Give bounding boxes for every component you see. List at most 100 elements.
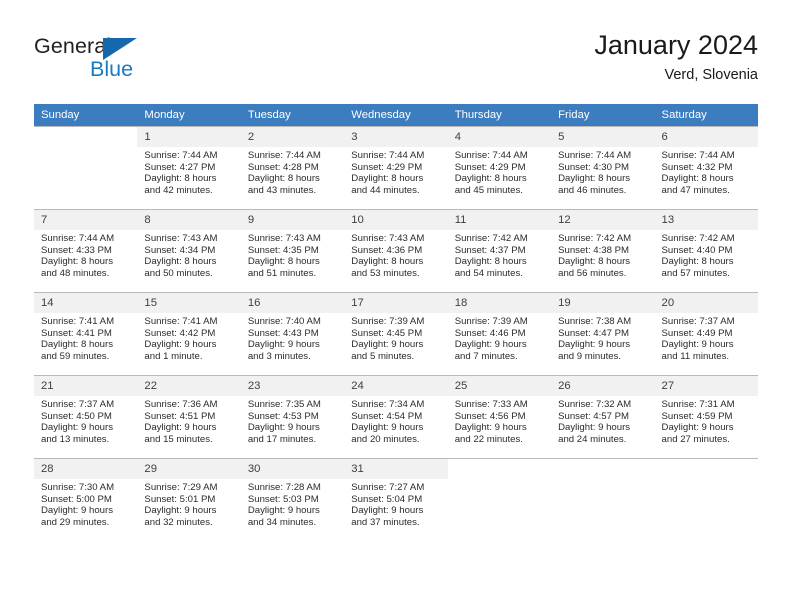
calendar-day-cell[interactable]: 22 Sunrise: 7:36 AM Sunset: 4:51 PM Dayligh… xyxy=(137,375,241,454)
title-block: January 2024 Verd, Slovenia xyxy=(594,28,758,86)
sunrise-text: Sunrise: 7:42 AM xyxy=(454,233,528,244)
day-number: 13 xyxy=(654,210,758,230)
sunrise-text: Sunrise: 7:44 AM xyxy=(661,150,735,161)
day-details: Sunrise: 7:30 AM Sunset: 5:00 PM Daylight:… xyxy=(34,479,137,528)
day-cell-inner: 9 Sunrise: 7:43 AM Sunset: 4:35 PM Daylight… xyxy=(240,210,345,288)
calendar-day-cell[interactable]: 21 Sunrise: 7:37 AM Sunset: 4:50 PM Dayligh… xyxy=(34,375,138,454)
weekday-header-monday: Monday xyxy=(137,104,241,127)
calendar-day-cell[interactable]: 5 Sunrise: 7:44 AM Sunset: 4:30 PM Daylight… xyxy=(551,126,655,205)
calendar-day-cell[interactable]: 28 Sunrise: 7:30 AM Sunset: 5:00 PM Dayligh… xyxy=(34,458,138,537)
calendar-day-cell[interactable]: 4 Sunrise: 7:44 AM Sunset: 4:29 PM Daylight… xyxy=(447,126,552,205)
sunrise-text: Sunrise: 7:44 AM xyxy=(351,150,425,161)
daylight-text-line1: Daylight: 8 hours xyxy=(661,256,734,268)
sunrise-text: Sunrise: 7:31 AM xyxy=(661,399,735,410)
day-cell-inner: 20 Sunrise: 7:37 AM Sunset: 4:49 PM Dayligh… xyxy=(654,293,758,371)
sunrise-text: Sunrise: 7:41 AM xyxy=(144,316,218,327)
daylight-text-line2: and 59 minutes. xyxy=(41,350,110,362)
day-number: 5 xyxy=(551,127,655,147)
day-cell-inner: 22 Sunrise: 7:36 AM Sunset: 4:51 PM Dayligh… xyxy=(137,376,241,454)
weekday-header-tuesday: Tuesday xyxy=(240,104,345,127)
day-number: 26 xyxy=(551,376,655,396)
sunrise-text: Sunrise: 7:39 AM xyxy=(351,316,425,327)
day-details: Sunrise: 7:43 AM Sunset: 4:35 PM Daylight:… xyxy=(241,230,344,279)
day-cell-inner: 3 Sunrise: 7:44 AM Sunset: 4:29 PM Daylight… xyxy=(344,127,448,205)
general-blue-logo[interactable]: General Blue xyxy=(34,34,174,86)
day-number: 3 xyxy=(344,127,448,147)
calendar-day-cell[interactable]: 31 Sunrise: 7:27 AM Sunset: 5:04 PM Dayligh… xyxy=(344,458,448,537)
daylight-text-line2: and 3 minutes. xyxy=(247,350,311,362)
daylight-text-line1: Daylight: 9 hours xyxy=(41,505,113,517)
sunset-text: Sunset: 4:45 PM xyxy=(351,327,423,339)
sunrise-text: Sunrise: 7:39 AM xyxy=(454,316,528,327)
sunset-text: Sunset: 4:47 PM xyxy=(558,327,630,339)
calendar-day-cell[interactable]: 6 Sunrise: 7:44 AM Sunset: 4:32 PM Daylight… xyxy=(654,126,758,205)
calendar-day-cell[interactable]: 12 Sunrise: 7:42 AM Sunset: 4:38 PM Dayligh… xyxy=(551,209,655,288)
calendar-day-cell[interactable]: 20 Sunrise: 7:37 AM Sunset: 4:49 PM Dayligh… xyxy=(654,292,758,371)
calendar-day-cell[interactable]: 18 Sunrise: 7:39 AM Sunset: 4:46 PM Dayligh… xyxy=(447,292,552,371)
sunset-text: Sunset: 4:59 PM xyxy=(661,410,733,422)
calendar-day-cell[interactable]: 27 Sunrise: 7:31 AM Sunset: 4:59 PM Dayligh… xyxy=(654,375,758,454)
calendar-day-cell[interactable]: 1 Sunrise: 7:44 AM Sunset: 4:27 PM Daylight… xyxy=(137,126,241,205)
calendar-day-cell[interactable]: 2 Sunrise: 7:44 AM Sunset: 4:28 PM Daylight… xyxy=(240,126,345,205)
calendar-day-cell[interactable]: 15 Sunrise: 7:41 AM Sunset: 4:42 PM Dayligh… xyxy=(137,292,241,371)
daylight-text-line1: Daylight: 9 hours xyxy=(144,505,217,517)
calendar-day-cell[interactable]: 24 Sunrise: 7:34 AM Sunset: 4:54 PM Dayligh… xyxy=(344,375,448,454)
day-cell-inner: 29 Sunrise: 7:29 AM Sunset: 5:01 PM Dayligh… xyxy=(137,459,241,537)
calendar-day-cell[interactable]: 13 Sunrise: 7:42 AM Sunset: 4:40 PM Dayligh… xyxy=(654,209,758,288)
day-cell-inner: 17 Sunrise: 7:39 AM Sunset: 4:45 PM Dayligh… xyxy=(344,293,448,371)
day-details: Sunrise: 7:37 AM Sunset: 4:50 PM Daylight:… xyxy=(34,396,137,445)
calendar-day-cell[interactable]: 25 Sunrise: 7:33 AM Sunset: 4:56 PM Dayligh… xyxy=(447,375,552,454)
calendar-day-cell[interactable]: 19 Sunrise: 7:38 AM Sunset: 4:47 PM Dayligh… xyxy=(551,292,655,371)
day-number: 28 xyxy=(34,459,138,479)
daylight-text-line2: and 24 minutes. xyxy=(558,433,627,445)
day-cell-inner: 25 Sunrise: 7:33 AM Sunset: 4:56 PM Dayligh… xyxy=(447,376,552,454)
daylight-text-line2: and 1 minute. xyxy=(144,350,203,362)
day-details: Sunrise: 7:38 AM Sunset: 4:47 PM Daylight:… xyxy=(551,313,654,362)
calendar-day-cell[interactable]: 16 Sunrise: 7:40 AM Sunset: 4:43 PM Dayligh… xyxy=(240,292,345,371)
day-cell-inner: 18 Sunrise: 7:39 AM Sunset: 4:46 PM Dayligh… xyxy=(447,293,552,371)
day-number: 6 xyxy=(654,127,758,147)
sunset-text: Sunset: 4:34 PM xyxy=(144,244,216,256)
daylight-text-line2: and 53 minutes. xyxy=(351,267,420,279)
daylight-text-line2: and 42 minutes. xyxy=(144,184,213,196)
sunset-text: Sunset: 5:01 PM xyxy=(144,493,216,505)
day-number: 7 xyxy=(34,210,138,230)
calendar-day-cell[interactable]: 23 Sunrise: 7:35 AM Sunset: 4:53 PM Dayligh… xyxy=(240,375,345,454)
sunset-text: Sunset: 4:29 PM xyxy=(454,161,526,173)
calendar-day-cell[interactable]: 3 Sunrise: 7:44 AM Sunset: 4:29 PM Daylight… xyxy=(344,126,448,205)
calendar-day-cell[interactable]: 29 Sunrise: 7:29 AM Sunset: 5:01 PM Dayligh… xyxy=(137,458,241,537)
day-number: 2 xyxy=(240,127,345,147)
calendar-table: Sunday Monday Tuesday Wednesday Thursday… xyxy=(34,104,758,541)
day-details: Sunrise: 7:40 AM Sunset: 4:43 PM Daylight:… xyxy=(241,313,344,362)
page-subtitle: Verd, Slovenia xyxy=(664,67,758,83)
sunset-text: Sunset: 4:33 PM xyxy=(41,244,112,256)
day-details: Sunrise: 7:28 AM Sunset: 5:03 PM Daylight:… xyxy=(241,479,344,528)
calendar-page: General Blue January 2024 Verd, Slovenia… xyxy=(0,0,792,612)
calendar-day-cell[interactable]: 14 Sunrise: 7:41 AM Sunset: 4:41 PM Dayligh… xyxy=(34,292,138,371)
calendar-day-cell[interactable]: 10 Sunrise: 7:43 AM Sunset: 4:36 PM Dayligh… xyxy=(344,209,448,288)
sunrise-text: Sunrise: 7:44 AM xyxy=(558,150,632,161)
day-number: 16 xyxy=(240,293,345,313)
day-details: Sunrise: 7:27 AM Sunset: 5:04 PM Daylight:… xyxy=(344,479,447,528)
day-number: 24 xyxy=(344,376,448,396)
daylight-text-line1: Daylight: 8 hours xyxy=(247,173,320,185)
sunrise-text: Sunrise: 7:44 AM xyxy=(247,150,321,161)
daylight-text-line2: and 51 minutes. xyxy=(247,267,317,279)
sunrise-text: Sunrise: 7:28 AM xyxy=(247,482,321,493)
sunset-text: Sunset: 4:41 PM xyxy=(41,327,112,339)
calendar-day-cell[interactable]: 9 Sunrise: 7:43 AM Sunset: 4:35 PM Daylight… xyxy=(240,209,345,288)
calendar-day-cell[interactable]: 8 Sunrise: 7:43 AM Sunset: 4:34 PM Daylight… xyxy=(137,209,241,288)
calendar-day-cell[interactable]: 30 Sunrise: 7:28 AM Sunset: 5:03 PM Dayligh… xyxy=(240,458,345,537)
daylight-text-line1: Daylight: 9 hours xyxy=(661,339,734,351)
day-details: Sunrise: 7:42 AM Sunset: 4:40 PM Daylight:… xyxy=(655,230,758,279)
daylight-text-line2: and 57 minutes. xyxy=(661,267,730,279)
calendar-day-cell[interactable]: 11 Sunrise: 7:42 AM Sunset: 4:37 PM Dayligh… xyxy=(447,209,552,288)
day-details: Sunrise: 7:31 AM Sunset: 4:59 PM Daylight:… xyxy=(655,396,758,445)
calendar-day-cell[interactable]: 17 Sunrise: 7:39 AM Sunset: 4:45 PM Dayligh… xyxy=(344,292,448,371)
sunset-text: Sunset: 4:40 PM xyxy=(661,244,733,256)
daylight-text-line2: and 32 minutes. xyxy=(144,516,213,528)
calendar-day-cell-empty xyxy=(654,458,758,537)
daylight-text-line1: Daylight: 9 hours xyxy=(558,339,631,351)
calendar-day-cell[interactable]: 7 Sunrise: 7:44 AM Sunset: 4:33 PM Daylight… xyxy=(34,209,138,288)
calendar-day-cell[interactable]: 26 Sunrise: 7:32 AM Sunset: 4:57 PM Dayligh… xyxy=(551,375,655,454)
